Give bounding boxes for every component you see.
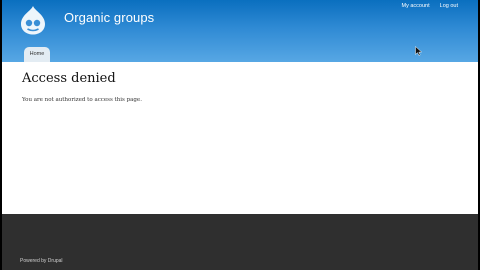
site-name[interactable]: Organic groups [64,10,154,25]
site-header: Organic groups My account Log out Home [2,0,478,62]
log-out-link[interactable]: Log out [440,3,458,9]
page-title: Access denied [22,71,116,86]
access-denied-message: You are not authorized to access this pa… [22,97,142,103]
drupal-logo-icon[interactable] [20,5,46,35]
main-content: Access denied You are not authorized to … [2,62,478,214]
mouse-pointer-icon [415,46,423,56]
secondary-menu: My account Log out [402,3,458,9]
browser-page: Organic groups My account Log out Home A… [2,0,478,270]
tab-home[interactable]: Home [24,47,50,62]
site-footer: Powered by Drupal [2,214,478,270]
my-account-link[interactable]: My account [402,3,430,9]
powered-by-drupal-link[interactable]: Powered by Drupal [20,258,63,264]
